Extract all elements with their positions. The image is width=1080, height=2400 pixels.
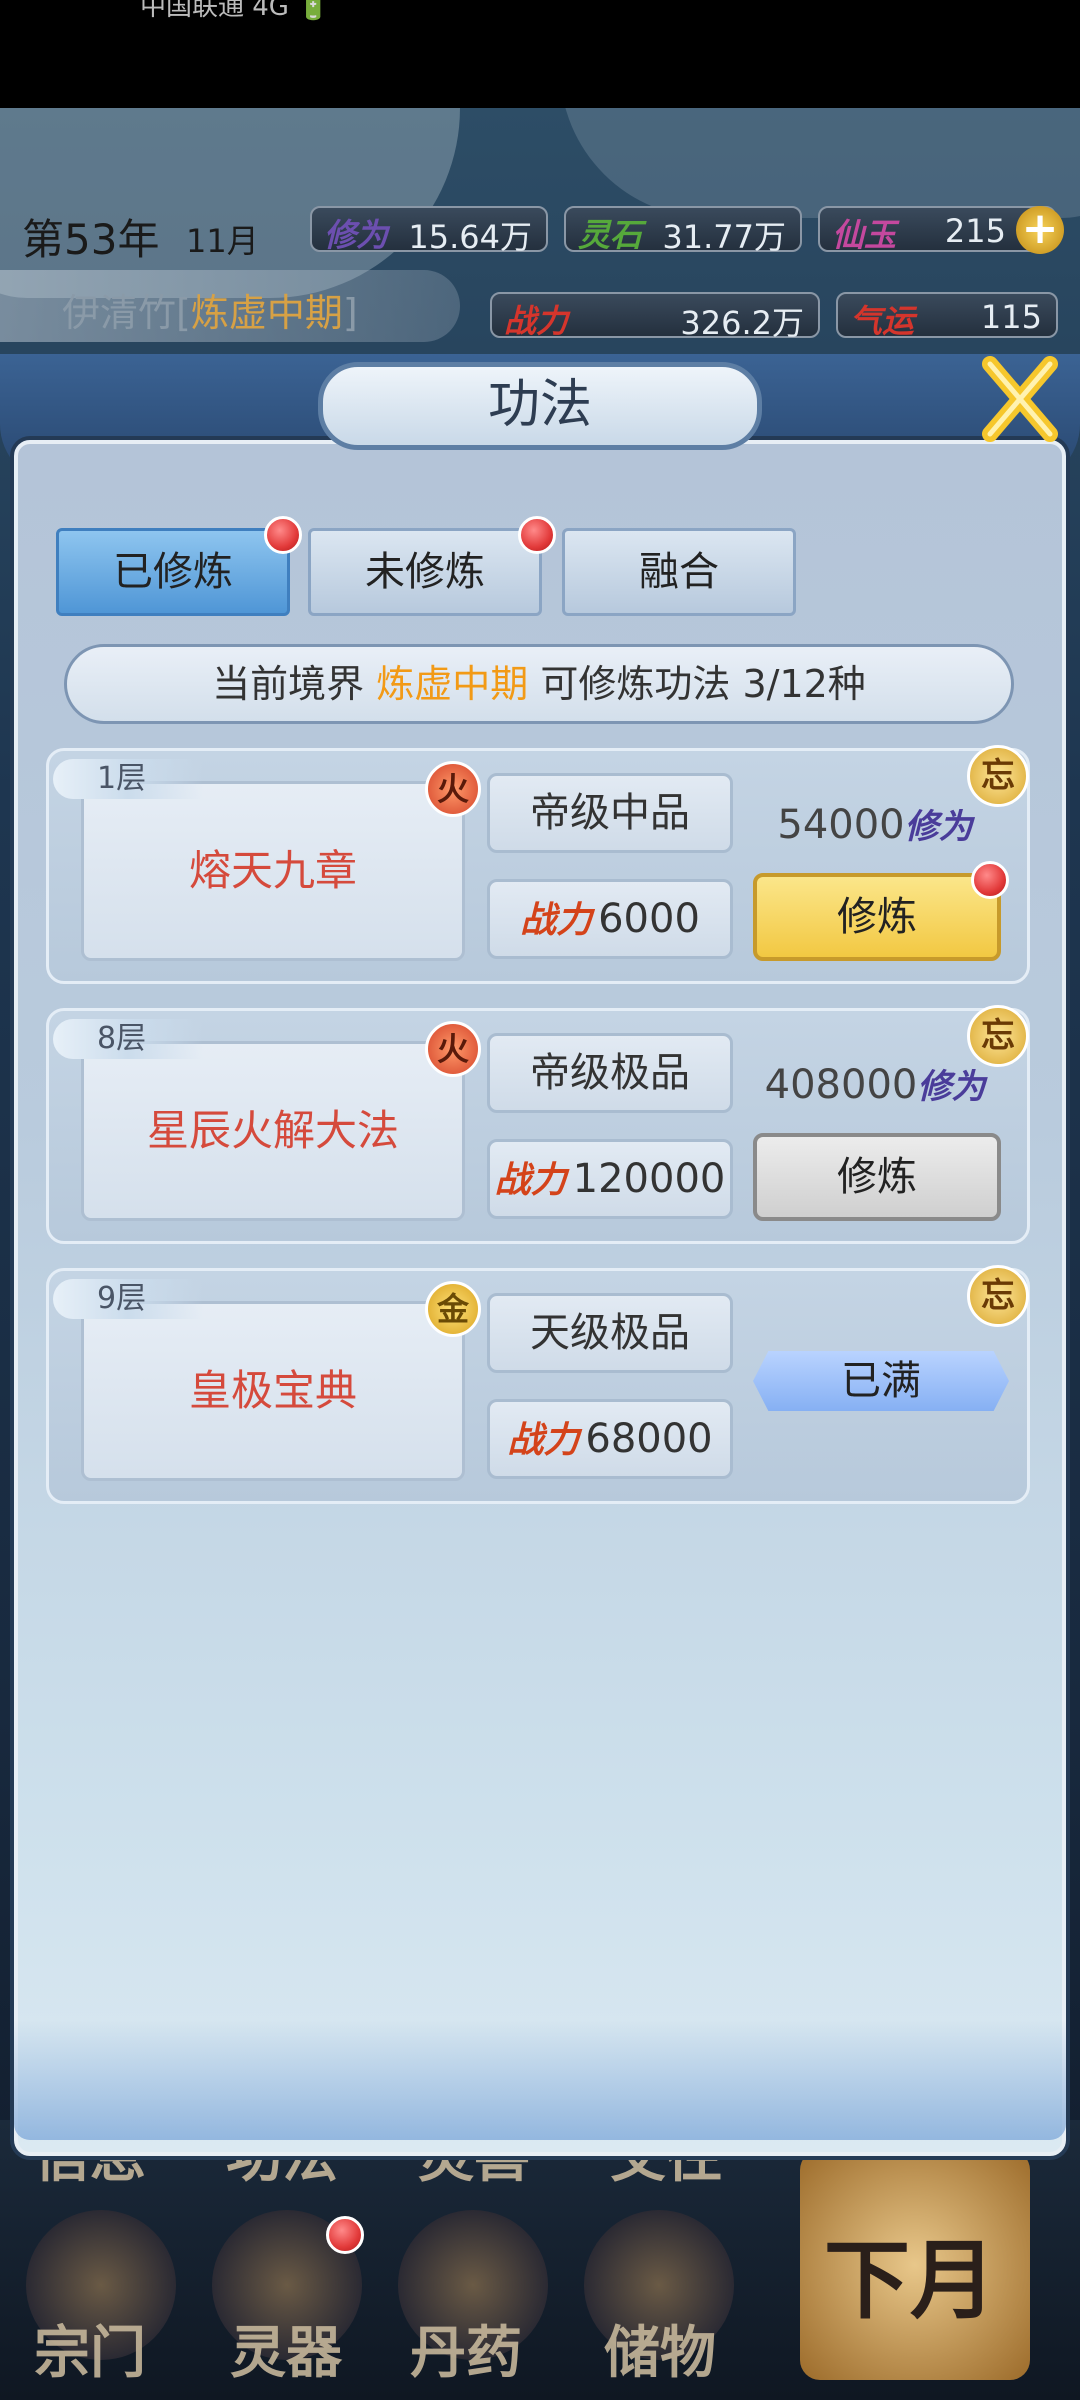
nav-artifact[interactable]: 灵器 [230,2308,342,2389]
next-month-label: 下月 [824,2231,996,2331]
technique-card: 星辰火解大法 8层 火 帝级极品 战力 120000 408000修为 忘 修炼 [46,1005,1030,1244]
notification-dot [518,516,556,554]
notification-dot [971,861,1009,899]
grade-label: 帝级极品 [487,1033,733,1113]
layer-label: 9层 [53,1279,203,1319]
power-value: 6000 [598,896,700,942]
resource-value: 15.64万 [408,218,532,256]
resource-label: 战力 [504,302,569,340]
cost-value: 54000 [777,802,905,848]
layer-label: 8层 [53,1019,203,1059]
notification-dot [326,2216,364,2254]
technique-name[interactable]: 星辰火解大法 [81,1041,465,1221]
technique-name[interactable]: 熔天九章 [81,781,465,961]
tab-cultivated[interactable]: 已修炼 [56,528,290,616]
resource-value: 215 [944,212,1006,250]
power-value: 120000 [572,1156,726,1202]
power-label: 战力 [494,1160,567,1201]
nav-sect[interactable]: 宗门 [34,2308,146,2389]
fire-element-icon: 火 [425,761,481,817]
forget-button[interactable]: 忘 [967,745,1029,807]
combat-power: 战力 120000 [487,1139,733,1219]
realm-current: 炼虚中期 [376,662,529,706]
cultivate-button[interactable]: 修炼 [753,1133,1001,1221]
month-label: 11月 [186,222,259,260]
gold-element-icon: 金 [425,1281,481,1337]
grade-label: 天级极品 [487,1293,733,1373]
cost-value: 408000 [764,1062,918,1108]
spirit-stone-resource: 灵石 31.77万 [564,206,802,256]
resource-label: 修为 [324,216,389,254]
close-button[interactable] [970,344,1070,454]
player-name-line: 伊清竹[炼虚中期] [62,282,358,337]
year-label: 第53年 [22,215,160,264]
combat-power: 战力 68000 [487,1399,733,1479]
technique-card: 皇极宝典 9层 金 天级极品 战力 68000 忘 已满 [46,1265,1030,1504]
cultivation-cost: 54000修为 [755,799,995,848]
tab-uncultivated[interactable]: 未修炼 [308,528,542,616]
player-realm: 炼虚中期 [190,291,343,335]
status-bar: 中国联通 4G 🔋 [0,0,1080,108]
power-label: 战力 [520,900,593,941]
cultivate-button[interactable]: 修炼 [753,873,1001,961]
power-label: 战力 [507,1420,580,1461]
tab-fusion[interactable]: 融合 [562,528,796,616]
combat-power-resource: 战力 326.2万 [490,292,820,342]
next-month-button[interactable]: 下月 [800,2150,1030,2380]
cloud-decoration [560,108,1080,218]
resource-label: 仙玉 [832,216,897,254]
resource-value: 115 [980,298,1042,336]
technique-name[interactable]: 皇极宝典 [81,1301,465,1481]
panel-title: 功法 [318,362,762,450]
close-icon [982,356,1058,442]
resource-label: 气运 [850,302,915,340]
jade-resource: 仙玉 215 + [818,206,1064,254]
resource-label: 灵石 [578,216,643,254]
cost-unit: 修为 [904,807,973,847]
resource-value: 326.2万 [680,304,804,342]
bracket-open: [ [176,291,191,335]
cultivation-resource: 修为 15.64万 [310,206,548,256]
realm-prefix: 当前境界 [212,662,365,706]
fortune-resource: 气运 115 [836,292,1058,340]
nav-storage[interactable]: 储物 [604,2308,716,2389]
realm-banner: 当前境界 炼虚中期 可修炼功法 3/12种 [64,644,1014,724]
bracket-close: ] [342,291,358,335]
resource-value: 31.77万 [662,218,786,256]
cost-unit: 修为 [917,1067,986,1107]
nav-pills[interactable]: 丹药 [410,2308,522,2389]
wave-decoration [14,2020,1066,2140]
player-info: 伊清竹[炼虚中期] [0,270,460,342]
forget-button[interactable]: 忘 [967,1005,1029,1067]
maxed-badge: 已满 [753,1351,1009,1411]
status-text: 中国联通 4G 🔋 [140,0,330,22]
realm-suffix: 可修炼功法 3/12种 [540,662,866,706]
layer-label: 1层 [53,759,203,799]
combat-power: 战力 6000 [487,879,733,959]
forget-button[interactable]: 忘 [967,1265,1029,1327]
fire-element-icon: 火 [425,1021,481,1077]
technique-card: 熔天九章 1层 火 帝级中品 战力 6000 54000修为 忘 修炼 [46,745,1030,984]
grade-label: 帝级中品 [487,773,733,853]
add-jade-button[interactable]: + [1016,206,1064,254]
power-value: 68000 [585,1416,713,1462]
cultivation-cost: 408000修为 [755,1059,995,1108]
player-name: 伊清竹 [62,291,177,335]
notification-dot [264,516,302,554]
